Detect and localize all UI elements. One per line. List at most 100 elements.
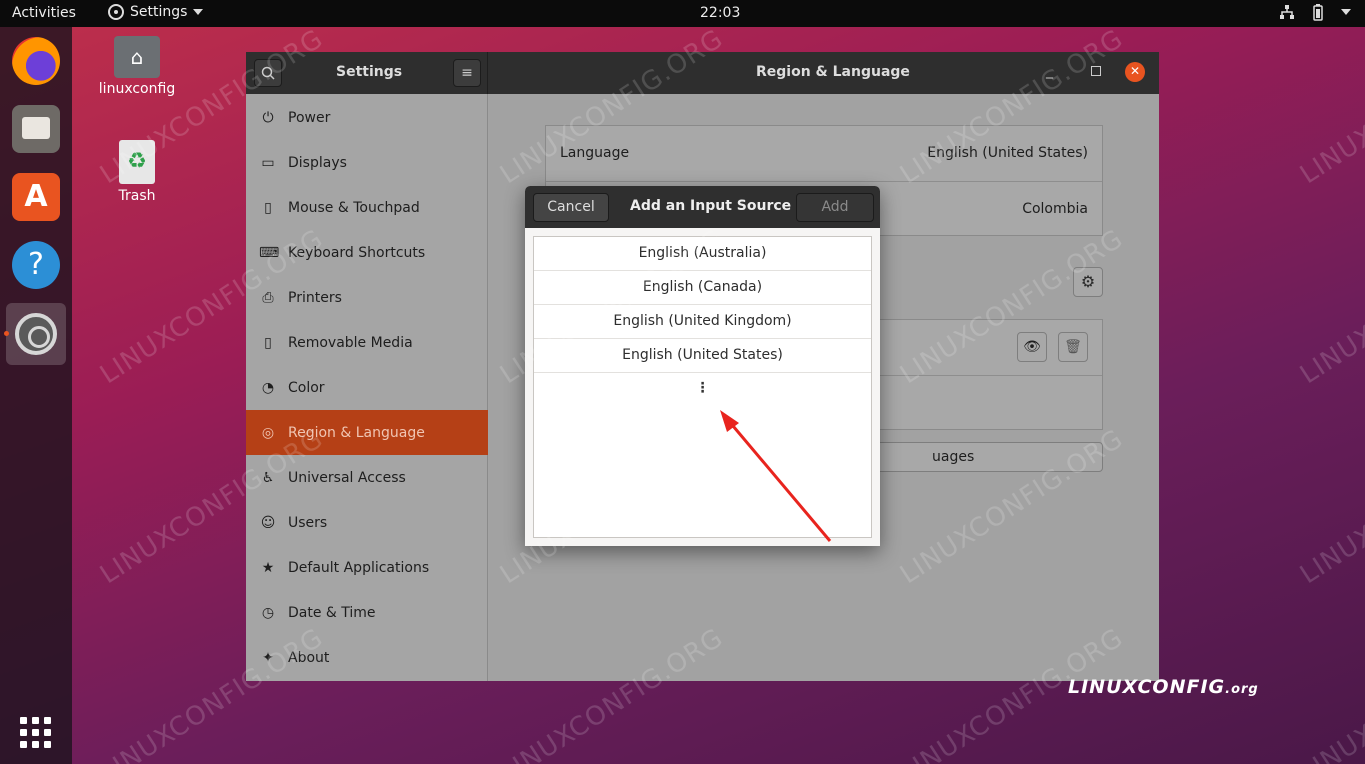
close-button[interactable]: ✕ xyxy=(1125,62,1145,82)
star-icon: ★ xyxy=(261,559,275,576)
display-icon: ▭ xyxy=(261,154,275,171)
sidebar-item[interactable]: ◎ Region & Language xyxy=(246,410,488,455)
color-icon: ◔ xyxy=(261,379,275,396)
search-icon xyxy=(261,66,275,80)
sidebar-item-label: Users xyxy=(288,514,328,531)
sidebar-item[interactable]: ☺ Users xyxy=(246,500,488,545)
desktop-trash-label: Trash xyxy=(118,188,156,204)
dock: A ? xyxy=(0,27,72,764)
window-title: Region & Language xyxy=(756,64,910,80)
files-icon[interactable] xyxy=(12,105,60,153)
minimize-button[interactable]: _ xyxy=(1046,64,1058,78)
cancel-button[interactable]: Cancel xyxy=(533,193,609,222)
sidebar-item-label: Default Applications xyxy=(288,559,430,576)
watermark: LINUXCONFIG.ORG xyxy=(1295,223,1365,391)
sidebar-item-label: Date & Time xyxy=(288,604,376,621)
remove-input-source-trash-icon[interactable]: 🗑 xyxy=(1058,332,1088,362)
firefox-icon[interactable] xyxy=(12,37,60,85)
gear-icon xyxy=(108,4,124,20)
formats-value: Colombia xyxy=(1022,201,1088,217)
sidebar-item-label: Printers xyxy=(288,289,342,306)
mouse-icon: ▯ xyxy=(264,199,272,216)
user-icon: ☺ xyxy=(260,514,276,531)
add-input-source-dialog: Cancel Add an Input Source Add ⋮ English… xyxy=(525,186,880,546)
chevron-down-icon xyxy=(193,9,204,15)
sidebar-item-label: Region & Language xyxy=(288,424,425,441)
keyboard-icon: ⌨ xyxy=(259,244,280,261)
input-source-item[interactable]: English (Australia) xyxy=(534,237,871,271)
help-icon[interactable]: ? xyxy=(12,241,60,289)
linuxconfig-logo: LINUXCONFIG.org xyxy=(1068,676,1259,698)
battery-icon xyxy=(1313,4,1323,21)
maximize-button[interactable] xyxy=(1091,66,1101,76)
window-headerbar: Settings ≡ Region & Language _ ✕ xyxy=(246,52,1159,94)
sidebar-item[interactable]: ◷ Date & Time xyxy=(246,590,488,635)
sidebar-item-label: Displays xyxy=(288,154,347,171)
input-source-item[interactable]: English (Canada) xyxy=(534,271,871,305)
more-options-item[interactable]: ⋮ xyxy=(534,373,871,405)
info-icon: ✦ xyxy=(262,649,274,666)
language-row[interactable]: Language English (United States) xyxy=(546,126,1102,181)
language-label: Language xyxy=(560,145,630,161)
input-source-item[interactable]: English (United Kingdom) xyxy=(534,305,871,339)
sidebar-item[interactable]: ◔ Color xyxy=(246,365,488,410)
globe-icon: ◎ xyxy=(261,424,275,441)
sidebar-item-label: About xyxy=(288,649,330,666)
trash-icon: ♻ xyxy=(119,140,155,184)
sidebar-item[interactable]: ▯ Mouse & Touchpad xyxy=(246,185,488,230)
input-source-list: ⋮ English (Australia) English (Canada) Eng… xyxy=(533,236,872,538)
sidebar-item[interactable]: ⏻ Power xyxy=(246,95,488,140)
desktop-trash[interactable]: ♻ Trash xyxy=(100,140,174,204)
printer-icon: ⎙ xyxy=(262,289,274,306)
system-menu-chevron-icon xyxy=(1341,9,1351,15)
top-bar: Activities Settings 22:03 xyxy=(0,0,1365,27)
manage-languages-label: uages xyxy=(932,449,975,465)
sidebar-item[interactable]: ⎙ Printers xyxy=(246,275,488,320)
sidebar-item-label: Keyboard Shortcuts xyxy=(288,244,426,261)
app-menu-label: Settings xyxy=(130,4,188,20)
sidebar-item-label: Power xyxy=(288,109,331,126)
preview-eye-icon[interactable]: 👁 xyxy=(1017,332,1047,362)
sidebar-item[interactable]: ✦ About xyxy=(246,635,488,680)
desktop-folder-linuxconfig[interactable]: linuxconfig xyxy=(96,36,178,97)
sidebar-item-label: Color xyxy=(288,379,325,396)
sidebar-item-label: Universal Access xyxy=(288,469,406,486)
watermark: LINUXCONFIG.ORG xyxy=(1295,23,1365,191)
app-menu[interactable]: Settings xyxy=(108,4,204,20)
input-source-options-button[interactable]: ⚙ xyxy=(1073,267,1103,297)
network-icon xyxy=(1280,5,1294,19)
settings-dock-icon[interactable] xyxy=(6,303,66,365)
watermark: LINUXCONFIG.ORG xyxy=(1295,622,1365,764)
running-indicator xyxy=(4,331,9,336)
activities-button[interactable]: Activities xyxy=(12,5,76,21)
hamburger-menu-button[interactable]: ≡ xyxy=(453,59,481,87)
sidebar-item-label: Mouse & Touchpad xyxy=(288,199,420,216)
sidebar-header: Settings ≡ xyxy=(246,52,488,94)
system-tray[interactable] xyxy=(1279,3,1351,21)
sidebar-item[interactable]: ♿ Universal Access xyxy=(246,455,488,500)
dialog-title: Add an Input Source xyxy=(630,198,792,214)
sidebar-item[interactable]: ▯ Removable Media xyxy=(246,320,488,365)
sidebar-item-label: Removable Media xyxy=(288,334,413,351)
accessibility-icon: ♿ xyxy=(261,469,275,486)
brand-suffix: .org xyxy=(1225,682,1259,697)
input-source-item[interactable]: English (United States) xyxy=(534,339,871,373)
sidebar-item[interactable]: ★ Default Applications xyxy=(246,545,488,590)
power-icon: ⏻ xyxy=(262,109,274,126)
sidebar-item[interactable]: ⌨ Keyboard Shortcuts xyxy=(246,230,488,275)
watermark: LINUXCONFIG.ORG xyxy=(1295,423,1365,591)
sidebar-title: Settings xyxy=(336,64,403,80)
search-button[interactable] xyxy=(254,59,282,87)
software-store-icon[interactable]: A xyxy=(12,173,60,221)
settings-sidebar: ⏻ Power ▭ Displays ▯ Mouse & Touchpad ⌨ Keyboar… xyxy=(246,94,488,681)
show-applications-icon[interactable] xyxy=(20,717,52,749)
home-folder-icon xyxy=(114,36,160,78)
brand-main: LINUXCONFIG xyxy=(1068,676,1226,698)
language-value: English (United States) xyxy=(927,145,1088,161)
desktop-folder-label: linuxconfig xyxy=(98,81,176,97)
dialog-headerbar: Cancel Add an Input Source Add xyxy=(525,186,880,228)
clock[interactable]: 22:03 xyxy=(700,5,740,21)
media-icon: ▯ xyxy=(264,334,272,351)
add-button[interactable]: Add xyxy=(796,193,874,222)
sidebar-item[interactable]: ▭ Displays xyxy=(246,140,488,185)
